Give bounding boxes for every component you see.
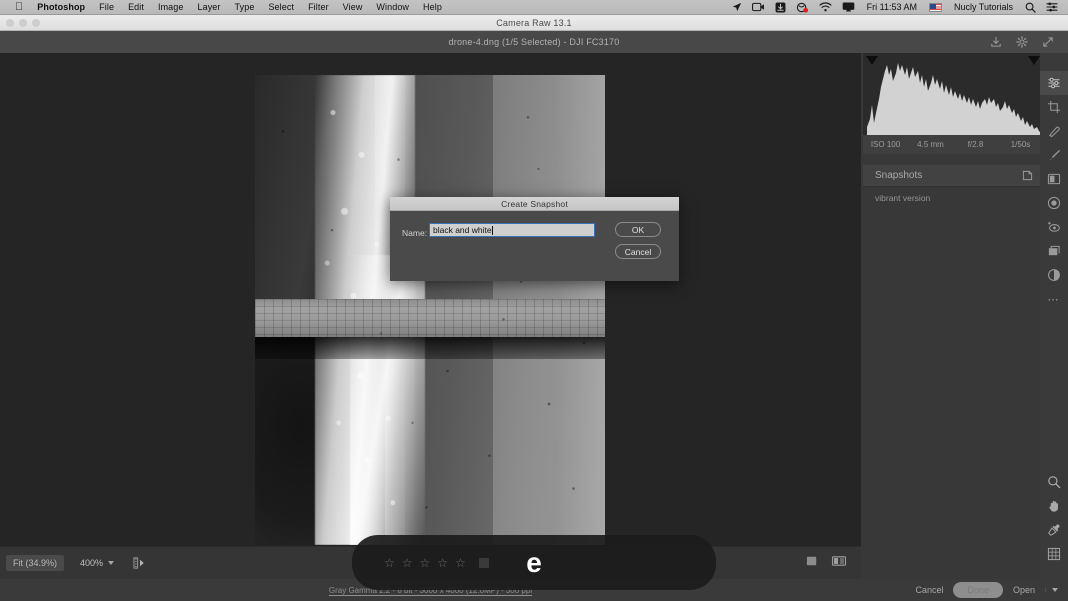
single-view-icon[interactable] <box>805 554 819 573</box>
menu-item-edit[interactable]: Edit <box>121 0 151 14</box>
adjustment-brush-icon[interactable] <box>1040 143 1068 167</box>
grid-overlay-icon[interactable] <box>1040 542 1068 566</box>
exif-info-row: ISO 100 4.5 mm f/2.8 1/50s <box>863 135 1043 154</box>
edit-sliders-icon[interactable] <box>1040 71 1068 95</box>
airplay-icon[interactable] <box>838 0 859 14</box>
dialog-titlebar[interactable]: Create Snapshot <box>390 197 679 211</box>
filmstrip-toggle-icon[interactable] <box>132 556 147 571</box>
snapshot-name-value: black and white <box>433 225 492 235</box>
new-snapshot-icon[interactable] <box>1022 170 1033 181</box>
dialog-action-bar: Cancel Done Open <box>861 579 1068 601</box>
menu-item-window[interactable]: Window <box>369 0 416 14</box>
zoom-fit-label[interactable]: Fit (34.9%) <box>6 555 65 571</box>
zoom-level-value: 400% <box>80 558 104 568</box>
control-center-icon[interactable] <box>1042 0 1062 14</box>
file-info-bar: drone-4.dng (1/5 Selected) - DJI FC3170 <box>0 31 1068 53</box>
crop-icon[interactable] <box>1040 95 1068 119</box>
menubar-left:  Photoshop File Edit Image Layer Type S… <box>0 0 449 14</box>
presets-icon[interactable] <box>1040 239 1068 263</box>
zoom-level-select[interactable]: 400% <box>80 558 115 568</box>
hand-tool-icon[interactable] <box>1040 494 1068 518</box>
apple-logo-icon[interactable]:  <box>8 0 30 14</box>
close-button[interactable] <box>6 19 14 27</box>
ok-button[interactable]: OK <box>615 222 661 237</box>
snapshots-panel-header[interactable]: Snapshots <box>863 165 1043 187</box>
fullscreen-icon[interactable] <box>1042 36 1054 48</box>
highlight-clipping-icon[interactable] <box>1028 56 1040 65</box>
name-label: Name: <box>402 228 428 238</box>
exif-focal-length: 4.5 mm <box>917 140 944 149</box>
dialog-title: Create Snapshot <box>501 198 568 209</box>
menu-item-file[interactable]: File <box>92 0 121 14</box>
exif-shutter-speed: 1/50s <box>1010 140 1031 149</box>
eyedropper-tool-icon[interactable] <box>1040 518 1068 542</box>
dialog-body: Name: black and white OK Cancel <box>390 211 679 281</box>
key-press-indicator: e <box>526 546 542 578</box>
radial-filter-icon[interactable] <box>1040 191 1068 215</box>
zoom-tool-icon[interactable] <box>1040 470 1068 494</box>
snapshots-list: vibrant version <box>863 187 1043 208</box>
menu-item-select[interactable]: Select <box>261 0 301 14</box>
location-arrow-icon[interactable] <box>728 0 746 14</box>
histogram-graph <box>863 53 1043 135</box>
dialog-cancel-button[interactable]: Cancel <box>615 244 661 259</box>
menubar-username[interactable]: Nucly Tutorials <box>948 2 1019 12</box>
snapshot-label: vibrant version <box>875 192 931 203</box>
menu-item-view[interactable]: View <box>336 0 370 14</box>
window-title: Camera Raw 13.1 <box>496 17 572 28</box>
screen-record-icon[interactable] <box>748 0 769 14</box>
right-panel: ISO 100 4.5 mm f/2.8 1/50s Snapshots vib… <box>861 53 1068 579</box>
camera-raw-window: Camera Raw 13.1 drone-4.dng (1/5 Selecte… <box>0 15 1068 601</box>
chevron-down-icon <box>108 561 115 565</box>
text-caret <box>492 225 494 235</box>
done-button[interactable]: Done <box>953 582 1003 598</box>
create-snapshot-dialog: Create Snapshot Name: black and white OK… <box>390 197 679 281</box>
us-flag-icon[interactable] <box>925 0 946 14</box>
menu-item-type[interactable]: Type <box>228 0 262 14</box>
snapshot-name-input[interactable]: black and white <box>429 223 595 237</box>
open-button[interactable]: Open <box>1013 585 1035 595</box>
more-options-icon[interactable]: ⋯ <box>1040 287 1068 311</box>
cancel-button[interactable]: Cancel <box>915 585 943 595</box>
menu-item-help[interactable]: Help <box>416 0 449 14</box>
image-canvas-area[interactable] <box>0 53 861 546</box>
search-icon[interactable] <box>1021 0 1040 14</box>
menu-item-photoshop[interactable]: Photoshop <box>30 0 92 14</box>
photo-people-specks <box>255 75 605 545</box>
menu-item-layer[interactable]: Layer <box>191 0 228 14</box>
histogram-panel[interactable] <box>863 53 1043 135</box>
download-icon[interactable] <box>771 0 790 14</box>
menubar-status-area: Fri 11:53 AM Nucly Tutorials <box>728 0 1068 14</box>
minimize-button[interactable] <box>19 19 27 27</box>
snapshots-icon[interactable] <box>1040 263 1068 287</box>
maximize-button[interactable] <box>32 19 40 27</box>
view-mode-toggles <box>805 554 861 573</box>
menubar-clock[interactable]: Fri 11:53 AM <box>861 2 923 12</box>
spot-removal-icon[interactable] <box>1040 119 1068 143</box>
filename-label: drone-4.dng (1/5 Selected) - DJI FC3170 <box>448 37 620 47</box>
before-after-view-icon[interactable] <box>831 554 847 573</box>
menu-item-filter[interactable]: Filter <box>301 0 336 14</box>
exif-aperture: f/2.8 <box>967 140 984 149</box>
wifi-icon[interactable] <box>815 0 836 14</box>
save-icon[interactable] <box>990 36 1002 48</box>
open-options-chevron-icon[interactable] <box>1045 588 1058 592</box>
shadow-clipping-icon[interactable] <box>866 56 878 65</box>
window-titlebar[interactable]: Camera Raw 13.1 <box>0 15 1068 31</box>
tool-rail-bottom <box>1040 470 1068 566</box>
menu-item-image[interactable]: Image <box>151 0 191 14</box>
red-eye-icon[interactable] <box>1040 215 1068 239</box>
file-info-actions <box>990 36 1068 48</box>
recording-dot-icon[interactable] <box>792 0 813 14</box>
exif-iso: ISO 100 <box>870 140 901 149</box>
snapshots-title: Snapshots <box>875 170 923 181</box>
photo-preview[interactable] <box>255 75 605 545</box>
macos-menubar:  Photoshop File Edit Image Layer Type S… <box>0 0 1068 15</box>
rating-key-overlay: ☆ ☆ ☆ ☆ ☆ e <box>352 535 716 590</box>
gear-icon[interactable] <box>1016 36 1028 48</box>
masking-icon[interactable] <box>1040 167 1068 191</box>
window-traffic-lights <box>6 19 40 27</box>
list-item[interactable]: vibrant version <box>863 187 1043 208</box>
